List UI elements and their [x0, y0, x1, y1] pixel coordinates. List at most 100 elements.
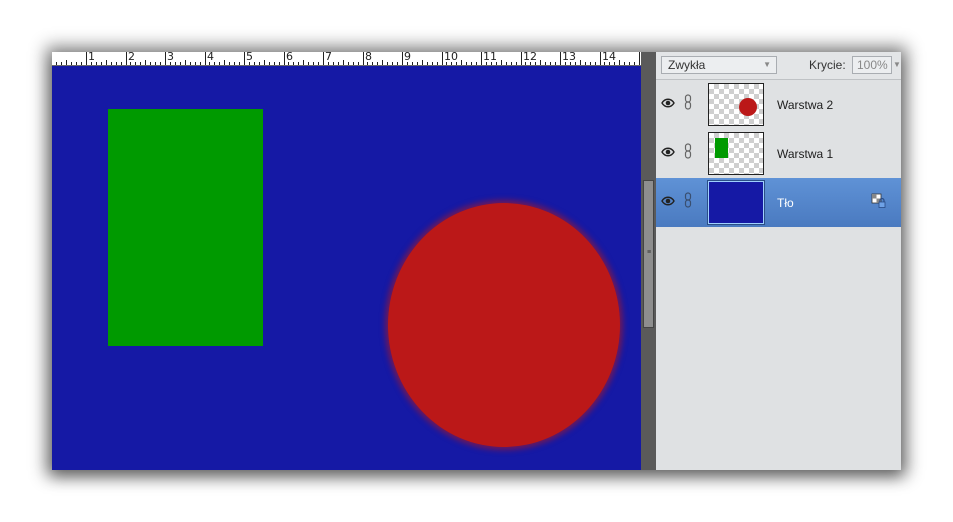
layer-row-warstwa-1[interactable]: Warstwa 1 — [656, 129, 901, 178]
eye-icon[interactable] — [661, 97, 675, 109]
ruler-tick — [580, 60, 581, 65]
ruler-tick — [234, 62, 235, 65]
ruler-label: 14 — [602, 52, 616, 63]
ruler-tick — [279, 62, 280, 65]
ruler-label: 2 — [128, 52, 135, 63]
ruler-label: 1 — [88, 52, 95, 63]
ruler-tick — [150, 62, 151, 65]
ruler-tick — [402, 52, 403, 65]
ruler-tick — [516, 62, 517, 65]
ruler-tick — [624, 62, 625, 65]
ruler-tick — [461, 60, 462, 65]
link-icon[interactable] — [684, 192, 692, 208]
thumbnail-green-rect — [715, 138, 728, 158]
eye-icon[interactable] — [661, 195, 675, 207]
layer-name: Warstwa 1 — [777, 147, 834, 161]
ruler-tick — [476, 62, 477, 65]
ruler-tick — [442, 52, 443, 65]
ruler-tick — [298, 62, 299, 65]
ruler-label: 12 — [523, 52, 537, 63]
ruler-tick — [363, 52, 364, 65]
layer-thumbnail — [708, 181, 764, 224]
ruler-tick — [323, 52, 324, 65]
ruler-tick — [417, 62, 418, 65]
ruler-tick — [254, 62, 255, 65]
horizontal-ruler: 12345678910111213141 — [52, 52, 641, 66]
ruler-tick — [214, 62, 215, 65]
ruler-tick — [195, 62, 196, 65]
ruler-tick — [392, 62, 393, 65]
ruler-tick — [205, 52, 206, 65]
ruler-tick — [180, 62, 181, 65]
ruler-tick — [382, 60, 383, 65]
ruler-tick — [629, 62, 630, 65]
ruler-tick — [318, 62, 319, 65]
ruler-tick — [155, 62, 156, 65]
ruler-tick — [555, 62, 556, 65]
ruler-tick — [264, 60, 265, 65]
ruler-tick — [284, 52, 285, 65]
ruler-tick — [358, 62, 359, 65]
layer-name: Tło — [777, 196, 794, 210]
ruler-label: 6 — [286, 52, 293, 63]
ruler-tick — [338, 62, 339, 65]
ruler-tick — [135, 62, 136, 65]
chevron-down-icon: ▼ — [763, 60, 771, 69]
ruler-tick — [244, 52, 245, 65]
ruler-tick — [66, 60, 67, 65]
ruler-tick — [303, 60, 304, 65]
ruler-label: 7 — [325, 52, 332, 63]
ruler-tick — [219, 62, 220, 65]
layer-row-tlo[interactable]: Tło — [656, 178, 901, 227]
ruler-tick — [412, 62, 413, 65]
opacity-dropdown-icon[interactable]: ▼ — [893, 56, 901, 74]
ruler-tick — [619, 60, 620, 65]
layer-name: Warstwa 2 — [777, 98, 834, 112]
red-circle-shape — [388, 203, 620, 447]
link-icon[interactable] — [684, 94, 692, 110]
link-icon[interactable] — [684, 143, 692, 159]
ruler-tick — [471, 62, 472, 65]
ruler-tick — [343, 60, 344, 65]
lock-icon[interactable] — [871, 193, 887, 209]
ruler-tick — [126, 52, 127, 65]
ruler-label: 9 — [404, 52, 411, 63]
ruler-tick — [185, 60, 186, 65]
ruler-tick — [590, 62, 591, 65]
scrollbar-thumb[interactable]: ≡ — [643, 180, 654, 328]
ruler-tick — [377, 62, 378, 65]
ruler-tick — [190, 62, 191, 65]
ruler-tick — [274, 62, 275, 65]
eye-icon[interactable] — [661, 146, 675, 158]
ruler-tick — [106, 60, 107, 65]
ruler-tick — [116, 62, 117, 65]
ruler-tick — [466, 62, 467, 65]
ruler-label: 4 — [207, 52, 214, 63]
vertical-scrollbar[interactable]: ≡ — [641, 52, 656, 470]
ruler-label: 3 — [167, 52, 174, 63]
editor-window: 12345678910111213141 ≡ Zwykła ▼ Krycie: … — [52, 52, 901, 470]
grip-icon: ≡ — [647, 249, 652, 256]
ruler-tick — [229, 62, 230, 65]
ruler-tick — [481, 52, 482, 65]
ruler-tick — [333, 62, 334, 65]
ruler-tick — [308, 62, 309, 65]
ruler-tick — [313, 62, 314, 65]
layers-panel: Zwykła ▼ Krycie: 100% ▼ Warstwa 2 Warstw… — [656, 52, 901, 470]
ruler-tick — [111, 62, 112, 65]
ruler-tick — [560, 52, 561, 65]
blend-mode-select[interactable]: Zwykła ▼ — [661, 56, 777, 74]
ruler-label: 8 — [365, 52, 372, 63]
ruler-tick — [165, 52, 166, 65]
image-canvas[interactable] — [52, 66, 641, 470]
ruler-label: 11 — [483, 52, 497, 63]
layer-row-warstwa-2[interactable]: Warstwa 2 — [656, 80, 901, 129]
ruler-tick — [422, 60, 423, 65]
ruler-tick — [86, 52, 87, 65]
opacity-label: Krycie: — [809, 58, 846, 72]
ruler-tick — [96, 62, 97, 65]
ruler-tick — [61, 62, 62, 65]
opacity-input[interactable]: 100% — [852, 56, 892, 74]
ruler-tick — [293, 62, 294, 65]
ruler-tick — [397, 62, 398, 65]
